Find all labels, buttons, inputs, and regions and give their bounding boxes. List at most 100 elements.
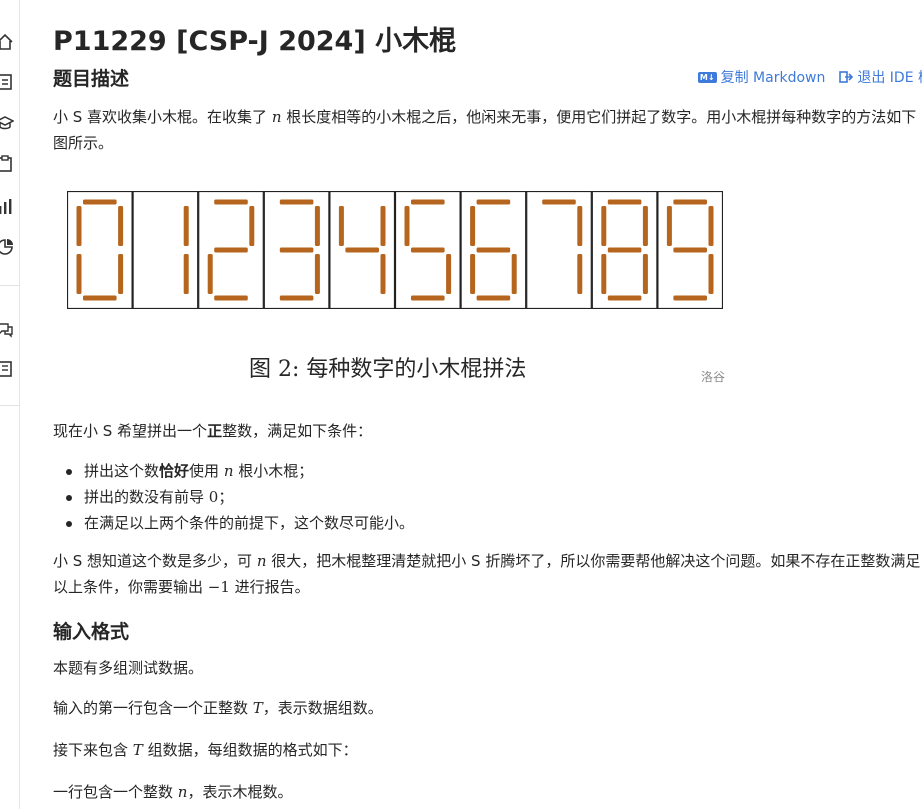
stick-segment (249, 206, 255, 246)
text-run: 本题有多组测试数据。 (53, 659, 204, 677)
stick-segment (214, 199, 248, 205)
input-format-line-3: 接下来包含 T 组数据，每组数据的格式如下： (53, 737, 921, 763)
stick-segment (511, 254, 517, 294)
stick-segment (214, 295, 248, 301)
stick-segment (607, 199, 642, 205)
copy-markdown-button[interactable]: M↓ 复制 Markdown (697, 67, 826, 87)
text-run: 小 S 喜欢收集小木棍。在收集了 (53, 108, 272, 126)
stick-segment (214, 247, 248, 253)
stick-segment (607, 247, 642, 253)
stick-segment (279, 295, 314, 301)
digit-figure (67, 191, 723, 309)
stick-segment (76, 254, 82, 294)
text-run: 进行报告。 (229, 578, 310, 596)
stick-segment (577, 206, 583, 246)
math-var: T (252, 699, 263, 717)
stick-segment (607, 295, 642, 301)
stick-segment (470, 254, 476, 294)
problem-actions: M↓ 复制 Markdown 退出 IDE 模式 (697, 67, 922, 87)
text-run: 使用 (189, 462, 224, 480)
stick-segment (673, 199, 707, 205)
bold-text: 恰好 (159, 462, 190, 480)
list-icon[interactable] (0, 73, 14, 91)
stick-segment (380, 254, 386, 294)
section-heading-description: 题目描述 (53, 68, 130, 90)
bar-chart-icon[interactable] (0, 198, 14, 216)
stick-segment (83, 199, 117, 205)
stick-segment (708, 254, 714, 294)
description-paragraph-1: 小 S 喜欢收集小木棍。在收集了 n 根长度相等的小木棍之后，他闲来无事，便用它… (53, 104, 921, 156)
stick-segment (673, 247, 707, 253)
stick-segment (476, 247, 511, 253)
text-run: 现在小 S 希望拼出一个 (53, 422, 208, 440)
stick-segment (666, 206, 672, 246)
text-run: 组数据，每组数据的格式如下： (142, 741, 358, 759)
stick-segment (118, 254, 124, 294)
stick-segment (83, 295, 117, 301)
stick-segment (601, 254, 607, 294)
stick-segment (476, 295, 511, 301)
exit-ide-label: 退出 IDE 模式 (857, 70, 922, 86)
exit-ide-button[interactable]: 退出 IDE 模式 (839, 67, 922, 87)
text-run: 接下来包含 (53, 741, 133, 759)
chat-icon[interactable] (0, 320, 14, 338)
sidebar-divider (0, 285, 20, 286)
stick-segment (673, 295, 707, 301)
math-num: 0 (208, 488, 219, 506)
stick-segment (207, 254, 213, 294)
stick-segment (118, 206, 124, 246)
stick-segment (446, 254, 452, 294)
stick-segment (411, 199, 445, 205)
stick-segment (708, 206, 714, 246)
text-run: 一行包含一个整数 (53, 783, 178, 801)
sidebar-divider (0, 405, 20, 406)
text-run: ，表示木棍数。 (187, 783, 293, 801)
home-icon[interactable] (0, 33, 14, 51)
stick-segment (183, 206, 189, 246)
stick-segment (642, 254, 648, 294)
text-run: 拼出这个数 (84, 462, 160, 480)
list-item: 拼出这个数恰好使用 n 根小木棍； (66, 458, 414, 484)
description-paragraph-2: 现在小 S 希望拼出一个正整数，满足如下条件： (53, 418, 921, 444)
bold-text: 正 (207, 422, 223, 440)
stick-segment (470, 206, 476, 246)
exit-icon (839, 71, 854, 83)
stick-segment (542, 199, 576, 205)
description-paragraph-3: 小 S 想知道这个数是多少，可 n 很大，把木棍整理清楚就把小 S 折腾坏了，所… (53, 548, 921, 600)
stick-segment (411, 247, 445, 253)
graduation-cap-icon[interactable] (0, 114, 14, 132)
text-run: 小 S 想知道这个数是多少，可 (53, 552, 257, 570)
text-run: 输入的第一行包含一个正整数 (53, 699, 253, 717)
list-item: 拼出的数没有前导 0； (66, 484, 414, 510)
section-heading-input-format: 输入格式 (53, 621, 130, 643)
text-run: 在满足以上两个条件的前提下，这个数尽可能小。 (84, 514, 415, 532)
text-run: ，表示数据组数。 (262, 699, 383, 717)
stick-segment (183, 254, 189, 294)
stick-segment (404, 206, 410, 246)
text-run: ； (218, 488, 234, 506)
clipboard-icon[interactable] (0, 155, 14, 173)
stick-segment (345, 247, 379, 253)
stick-segment (642, 206, 648, 246)
stick-segment (314, 206, 320, 246)
stick-segment (279, 247, 314, 253)
conditions-list: 拼出这个数恰好使用 n 根小木棍； 拼出的数没有前导 0； 在满足以上两个条件的… (66, 458, 414, 536)
markdown-icon: M↓ (697, 71, 717, 83)
copy-markdown-label: 复制 Markdown (720, 70, 826, 86)
stick-segment (314, 254, 320, 294)
problem-title: P11229 [CSP-J 2024] 小木棍 (53, 26, 457, 57)
stick-segment (577, 254, 583, 294)
stick-segment (76, 206, 82, 246)
math-var: T (132, 741, 143, 759)
pie-chart-icon[interactable] (0, 238, 14, 256)
list-item: 在满足以上两个条件的前提下，这个数尽可能小。 (66, 510, 414, 536)
figure-credit: 洛谷 (701, 370, 726, 384)
book-icon[interactable] (0, 360, 14, 378)
text-run: 整数，满足如下条件： (222, 422, 373, 440)
stick-segment (601, 206, 607, 246)
input-format-line-2: 输入的第一行包含一个正整数 T，表示数据组数。 (53, 695, 921, 721)
stick-segment (476, 199, 511, 205)
figure-caption: 图 2: 每种数字的小木棍拼法 (249, 357, 527, 382)
text-run: 根小木棍； (233, 462, 314, 480)
stick-segment (411, 295, 445, 301)
